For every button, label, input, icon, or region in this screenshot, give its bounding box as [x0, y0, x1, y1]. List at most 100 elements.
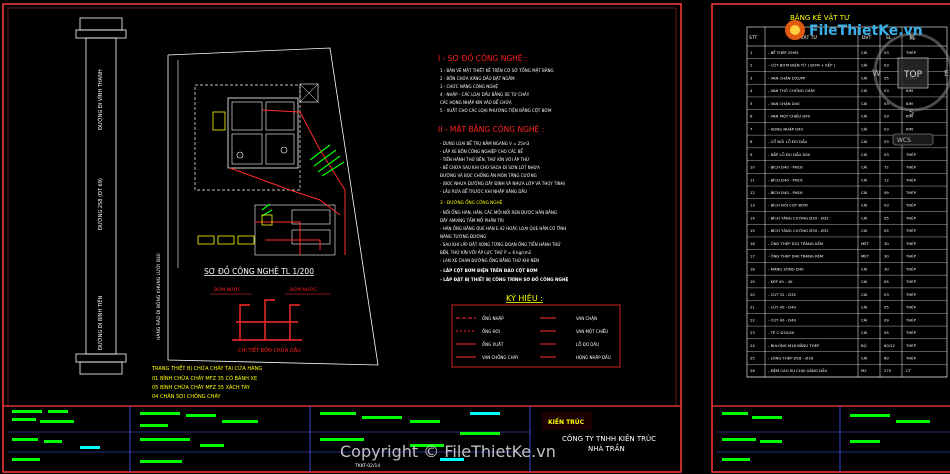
table-rows: 1 - BỂ THÉP 25M3 CÁI 03 THÉP 2 - CỘT BƠM ĐIỆN … [747, 50, 947, 378]
table-cell: THÉP [905, 228, 917, 233]
table-cell: KIM [906, 88, 913, 93]
table-cell: 05 [884, 305, 889, 310]
section2-line-15: - LAN XE CHẠN ĐƯỜNG ỐNG BẰNG THỬ KHI NÉN [440, 258, 539, 263]
section1-line-4: 4 - NHẬP - CÁC LOẠI DẦU BẰNG XE TỰ CHẢY [440, 92, 530, 97]
fire-line-2: 01 BÌNH CHỮA CHÁY MFZ 35 CÓ BÁNH XE [152, 375, 257, 382]
table-cell: - CÚT 40 - D40 [768, 317, 796, 322]
table-cell: CÁI [861, 63, 867, 68]
fire-line-4: 04 CHĂN SỢI CHỐNG CHÁY [152, 392, 221, 400]
left-sheet: ĐƯỜNG ĐI VĨNH THANH ĐƯỜNG 258 (ĐT 69) ĐƯ… [2, 3, 682, 473]
table-cell: 30 [884, 254, 889, 259]
wcs-label[interactable]: WCS [897, 137, 911, 144]
table-cell: 03 [884, 292, 889, 297]
sheet-code: TKKT-02/14 [354, 463, 380, 469]
table-cell: 12 [750, 190, 755, 195]
table-cell: - BÍCH NỐI CỘT BƠM [768, 203, 808, 208]
section2-line-8: 3 - ĐƯỜNG ỐNG CÔNG NGHỆ [440, 200, 503, 205]
legend-title: KÝ HIỆU : [506, 292, 543, 304]
table-cell: THÉP [905, 190, 917, 195]
detail-caption: CHI TIẾT BỒN CHỨA DẦU [238, 345, 301, 354]
table-cell: BỘ [861, 343, 867, 348]
table-cell: - CÚT 40 - D40 [768, 305, 796, 310]
table-cell: CÁI [861, 203, 867, 208]
table-cell: CÁI [861, 228, 867, 233]
table-cell: - BÍCH TĂNG CƯỜNG Ø30 - Ø32 [768, 228, 829, 233]
table-cell: CÁI [861, 215, 867, 220]
table-cell: 25 [750, 356, 755, 361]
table-cell: M2 [861, 368, 867, 373]
table-cell: CÁI [861, 190, 867, 195]
section2-line-2: - LẮP XE BỒN CÔNG NGHIỆP CHO CÁC BỂ [440, 149, 523, 154]
table-cell: 03 [884, 139, 889, 144]
table-cell: - BÍCH D40 - PN16 [768, 165, 803, 170]
table-cell: THÉP [905, 241, 917, 246]
table-cell: - MĂNG SÔNG D40 [768, 266, 804, 271]
section2-line-1: - DUNG LOẠI BỂ TRỤ NẰM NGANG V = 25m3 [440, 141, 530, 146]
section1-line-2: 2 - BỒN CHỨA XĂNG DẦU ĐẶT NGẦM [440, 76, 515, 81]
table-cell: THÉP [905, 356, 917, 361]
table-cell: - ỐNG THÉP D40 TRÁNG KẼM [768, 254, 823, 259]
table-cell: 21 [750, 305, 755, 310]
table-cell: 6 [750, 114, 753, 119]
table-cell: 3 [750, 75, 753, 80]
table-cell: 270 [884, 368, 892, 373]
legend-item-4: VAN MỘT CHIỀU [576, 329, 608, 334]
table-cell: - CỘT BƠM ĐIỆN TỬ ( BƠM + KẾP ) [768, 62, 836, 68]
table-cell: CÁI [861, 177, 867, 182]
table-cell: - CỔ NỐI LỖ ĐO DẦU [768, 139, 808, 144]
table-cell: - BULÔNG M16 BẰNG THÉP [768, 343, 820, 348]
table-cell: 17 [750, 254, 755, 259]
table-cell: CÁI [861, 126, 867, 131]
table-cell: CÁI [861, 101, 867, 106]
legend-item-7: VAN CHỐNG CHÁY [482, 355, 519, 360]
table-cell: 11 [750, 177, 755, 182]
table-cell: 03 [884, 50, 889, 55]
road-label-258: ĐƯỜNG 258 (ĐT 69) [97, 178, 104, 230]
table-cell: 26 [750, 368, 755, 373]
section2-line-13: - SAU KHI LẮP ĐẶT XONG TỪNG ĐOẠN ỐNG TIẾ… [440, 241, 561, 247]
diagram-title: SƠ ĐỒ CÔNG NGHỆ TL 1/200 [204, 266, 314, 276]
table-cell: - BÍCH D40 - PN16 [768, 177, 803, 182]
legend-item-5: ỐNG XUẤT [482, 342, 504, 347]
table-cell: - HỌNG NHẬP D40 [768, 126, 804, 131]
table-cell: MÉT [861, 254, 870, 259]
table-cell: - TÊ C D32/40 [768, 330, 795, 335]
cad-drawing-canvas[interactable]: ĐƯỜNG ĐI VĨNH THANH ĐƯỜNG 258 (ĐT 69) ĐƯ… [0, 0, 950, 474]
table-cell: 19 [750, 279, 755, 284]
table-cell: CÁI [861, 292, 867, 297]
table-cell: 05 [884, 215, 889, 220]
table-cell: 05 [884, 228, 889, 233]
table-cell: 20 [750, 292, 755, 297]
section1-line-3: 3 - CHỨC NĂNG CÔNG NGHỆ [440, 84, 498, 89]
boundary-label: HÀNG RÀO ĐI BÒNG KHUNG LƯỚI B40 [155, 253, 162, 340]
table-cell: 05 [884, 330, 889, 335]
section2-line-3: - TIẾN HÀNH THỬ BỀN, THỬ KÍN VỚI ÁP THỬ [440, 156, 530, 162]
road-label-vinh-thanh: ĐƯỜNG ĐI VĨNH THANH [97, 69, 104, 130]
view-cube-top[interactable]: TOP [903, 70, 923, 80]
table-cell: 30 [884, 241, 889, 246]
table-cell: 09 [884, 317, 889, 322]
section2-line-9: - NỐI ỐNG HÀN, HÀN, CÁC MỐI NỐI REN ĐƯỢC… [440, 210, 557, 215]
table-cell: CÁI [861, 114, 867, 119]
table-cell: 03 [884, 114, 889, 119]
table-cell: - BÍCH TĂNG CƯỜNG Ø30 - Ø32 [768, 215, 829, 220]
table-cell: THÉP [905, 165, 917, 170]
table-cell: 13 [750, 203, 755, 208]
table-cell: 03 [884, 126, 889, 131]
fire-line-1: TRANG THIẾT BỊ CHỮA CHÁY TẠI CỬA HÀNG [151, 364, 262, 372]
legend-item-8: HỌNG NHẬP DẦU [576, 355, 611, 360]
table-cell: 15 [750, 228, 755, 233]
notes-section-2: II - MẶT BẰNG CÔNG NGHỆ : - DUNG LOẠI BỂ… [438, 124, 568, 282]
table-cell: THÉP [905, 152, 917, 157]
road-label-binh-tien: ĐƯỜNG ĐI BÌNH TIÊN [96, 295, 104, 350]
table-cell: THÉP [905, 254, 917, 259]
table-cell: 1 [750, 50, 753, 55]
section2-line-10: DÂY AMIANG TẨM MỠ PHẦN TRỊ [440, 218, 504, 223]
table-cell: 03 [884, 63, 889, 68]
table-cell: 05 [884, 75, 889, 80]
table-cell: KIM [906, 126, 913, 131]
legend: KÝ HIỆU : ỐNG NHẬP VAN CHẶN ỐNG HƠI VAN … [451, 292, 621, 368]
table-cell: THÉP [905, 343, 917, 348]
table-cell: 18 [750, 266, 755, 271]
legend-item-3: ỐNG HƠI [482, 329, 500, 334]
